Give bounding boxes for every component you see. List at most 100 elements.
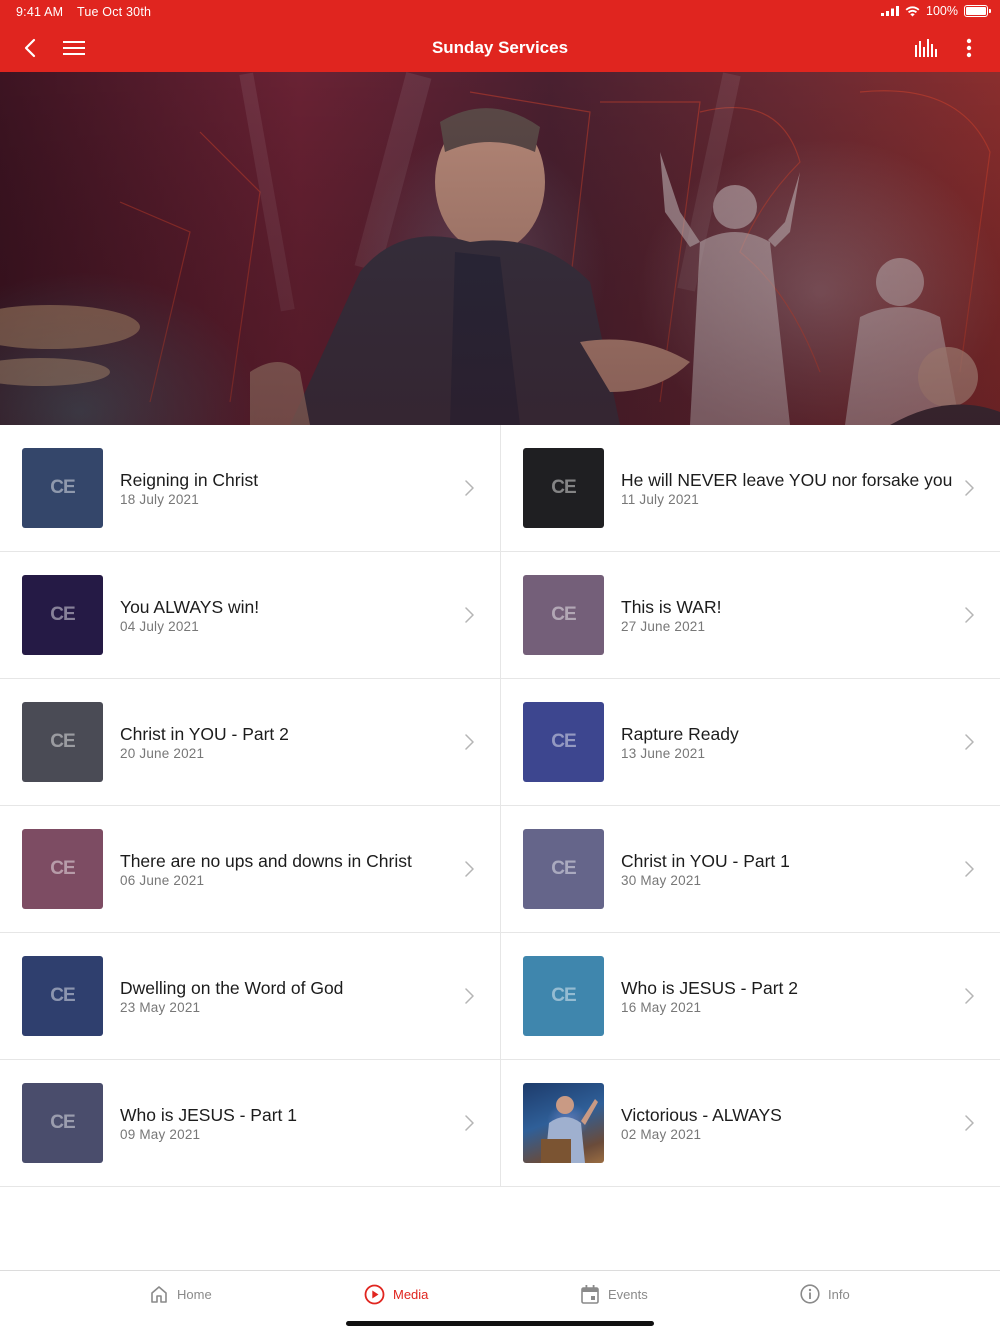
- status-indicators: 100%: [881, 4, 991, 18]
- sermon-list-item[interactable]: CE This is WAR! 27 June 2021: [500, 552, 1000, 678]
- sermon-list-item[interactable]: CE Rapture Ready 13 June 2021: [500, 679, 1000, 805]
- more-options-button[interactable]: [953, 32, 985, 64]
- church-logo-mark: CE: [50, 985, 75, 1006]
- audio-player-button[interactable]: [910, 32, 942, 64]
- more-vertical-icon: [966, 38, 972, 58]
- church-logo-mark: CE: [551, 858, 576, 879]
- chevron-right-icon: [965, 480, 974, 496]
- home-indicator: [346, 1321, 654, 1326]
- church-logo-mark: CE: [50, 858, 75, 879]
- sermon-thumbnail: CE: [22, 956, 103, 1036]
- chevron-right-icon: [465, 480, 474, 496]
- tab-media-label: Media: [393, 1287, 429, 1302]
- church-logo-mark: CE: [50, 477, 75, 498]
- chevron-right-icon: [465, 607, 474, 623]
- hero-banner-image: [0, 72, 1000, 425]
- audio-bars-icon: [915, 39, 937, 57]
- sermon-list-item[interactable]: CE He will NEVER leave YOU nor forsake yo…: [500, 425, 1000, 551]
- sermon-row: CE Dwelling on the Word of God 23 May 2021…: [0, 933, 1000, 1060]
- tab-info-label: Info: [828, 1286, 850, 1302]
- calendar-icon: [581, 1285, 599, 1304]
- sermon-row: CE There are no ups and downs in Christ 06…: [0, 806, 1000, 933]
- sermon-thumbnail: CE: [22, 829, 103, 909]
- church-logo-mark: CE: [551, 985, 576, 1006]
- sermon-row: CE Christ in YOU - Part 2 20 June 2021 CE Ra…: [0, 679, 1000, 806]
- page-title: Sunday Services: [431, 38, 569, 57]
- sermon-list-item[interactable]: CE You ALWAYS win! 04 July 2021: [0, 552, 500, 678]
- chevron-right-icon: [965, 734, 974, 750]
- sermon-thumbnail: CE: [22, 702, 103, 782]
- sermon-thumbnail: CE: [523, 448, 604, 528]
- status-bar: 9:41 AM Tue Oct 30th 100%: [0, 0, 1000, 24]
- sermon-thumbnail: CE: [523, 702, 604, 782]
- sermon-thumbnail: CE: [523, 575, 604, 655]
- sermon-list-item[interactable]: Victorious - ALWAYS 02 May 2021: [500, 1060, 1000, 1186]
- sermon-title: Christ in YOU - Part 2: [120, 724, 289, 744]
- chevron-right-icon: [465, 861, 474, 877]
- church-logo-mark: CE: [50, 1112, 75, 1133]
- chevron-right-icon: [465, 734, 474, 750]
- sermon-thumbnail: CE: [523, 829, 604, 909]
- sermon-list-item[interactable]: CE Christ in YOU - Part 2 20 June 2021: [0, 679, 500, 805]
- sermon-date: 20 June 2021: [120, 746, 205, 761]
- sermon-title: Rapture Ready: [621, 724, 739, 744]
- sermon-date: 27 June 2021: [621, 619, 706, 634]
- sermon-date: 30 May 2021: [621, 873, 702, 888]
- tab-events-label: Events: [608, 1287, 648, 1302]
- battery-icon: [964, 5, 991, 17]
- photo-thumbnail-art: [541, 1096, 598, 1163]
- tab-media[interactable]: Media: [364, 1284, 428, 1305]
- sermon-title: Reigning in Christ: [120, 470, 259, 490]
- sermon-title: You ALWAYS win!: [120, 597, 260, 617]
- church-logo-mark: CE: [551, 477, 576, 498]
- wifi-icon: [905, 5, 920, 16]
- church-logo-mark: CE: [50, 604, 75, 625]
- chevron-right-icon: [965, 1115, 974, 1131]
- hero-artwork: [0, 72, 1000, 425]
- battery-percentage: 100%: [926, 4, 958, 18]
- navigation-bar: Sunday Services: [0, 24, 1000, 72]
- tab-info[interactable]: Info: [800, 1284, 850, 1304]
- chevron-right-icon: [465, 988, 474, 1004]
- sermon-list-item[interactable]: CE There are no ups and downs in Christ 06…: [0, 806, 500, 932]
- sermon-title: Christ in YOU - Part 1: [621, 851, 790, 871]
- chevron-right-icon: [965, 607, 974, 623]
- tab-home[interactable]: Home: [149, 1284, 212, 1304]
- tab-events[interactable]: Events: [580, 1284, 648, 1305]
- sermon-title: He will NEVER leave YOU nor forsake you: [621, 470, 953, 490]
- church-logo-mark: CE: [50, 731, 75, 752]
- status-time: 9:41 AM: [16, 5, 64, 19]
- sermon-thumbnail: CE: [22, 575, 103, 655]
- chevron-right-icon: [465, 1115, 474, 1131]
- sermon-thumbnail: CE: [22, 448, 103, 528]
- tab-home-label: Home: [177, 1286, 212, 1302]
- sermon-row: CE You ALWAYS win! 04 July 2021 CE This is W…: [0, 552, 1000, 679]
- sermon-list-item[interactable]: CE Reigning in Christ 18 July 2021: [0, 425, 500, 551]
- sermon-list-item[interactable]: CE Who is JESUS - Part 1 09 May 2021: [0, 1060, 500, 1186]
- info-icon: [800, 1284, 820, 1304]
- sermon-thumbnail: CE: [523, 956, 604, 1036]
- sermon-date: 23 May 2021: [120, 1000, 201, 1015]
- sermon-date: 11 July 2021: [621, 492, 699, 507]
- sermon-date: 09 May 2021: [120, 1127, 201, 1142]
- sermon-list: CE Reigning in Christ 18 July 2021 CE He wil…: [0, 425, 1000, 1187]
- sermon-thumbnail: CE: [22, 1083, 103, 1163]
- play-circle-icon: [364, 1284, 385, 1305]
- sermon-date: 02 May 2021: [621, 1127, 702, 1142]
- status-date: Tue Oct 30th: [76, 5, 152, 19]
- sermon-list-item[interactable]: CE Christ in YOU - Part 1 30 May 2021: [500, 806, 1000, 932]
- sermon-date: 18 July 2021: [120, 492, 199, 507]
- sermon-list-item[interactable]: CE Dwelling on the Word of God 23 May 2021: [0, 933, 500, 1059]
- chevron-right-icon: [965, 861, 974, 877]
- sermon-date: 16 May 2021: [621, 1000, 702, 1015]
- sermon-list-item[interactable]: CE Who is JESUS - Part 2 16 May 2021: [500, 933, 1000, 1059]
- sermon-row: CE Who is JESUS - Part 1 09 May 2021 Victor…: [0, 1060, 1000, 1187]
- sermon-thumbnail: [523, 1083, 604, 1163]
- sermon-title: Dwelling on the Word of God: [120, 978, 344, 998]
- sermon-date: 13 June 2021: [621, 746, 706, 761]
- sermon-title: Who is JESUS - Part 2: [621, 978, 798, 998]
- home-icon: [151, 1286, 167, 1303]
- cellular-signal-icon: [881, 6, 900, 16]
- sermon-row: CE Reigning in Christ 18 July 2021 CE He wil…: [0, 425, 1000, 552]
- sermon-title: There are no ups and downs in Christ: [120, 851, 412, 871]
